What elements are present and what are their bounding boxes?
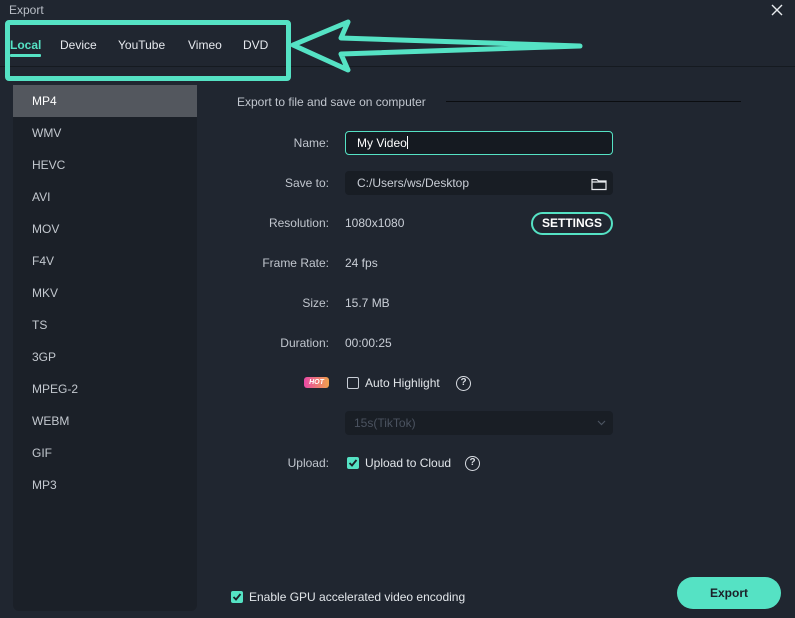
format-item-mp3[interactable]: MP3 <box>13 469 197 501</box>
format-item-mpeg2[interactable]: MPEG-2 <box>13 373 197 405</box>
settings-button[interactable]: SETTINGS <box>531 212 613 235</box>
upload-label: Upload: <box>287 456 329 470</box>
format-item-ts[interactable]: TS <box>13 309 197 341</box>
format-item-hevc[interactable]: HEVC <box>13 149 197 181</box>
format-item-mkv[interactable]: MKV <box>13 277 197 309</box>
frame-rate-value: 24 fps <box>345 256 378 270</box>
close-icon <box>771 4 783 16</box>
name-input[interactable]: My Video <box>345 131 613 155</box>
size-value: 15.7 MB <box>345 296 390 310</box>
frame-rate-label: Frame Rate: <box>262 256 329 270</box>
resolution-value: 1080x1080 <box>345 216 405 230</box>
upload-to-cloud-checkbox[interactable] <box>347 457 359 469</box>
upload-help-icon[interactable]: ? <box>465 456 480 471</box>
annotation-arrow-icon <box>290 19 583 73</box>
duration-label: Duration: <box>280 336 329 350</box>
tab-local[interactable]: Local <box>10 38 42 60</box>
duration-value: 00:00:25 <box>345 336 392 350</box>
tab-vimeo[interactable]: Vimeo <box>188 38 222 60</box>
folder-button[interactable] <box>591 176 607 198</box>
format-item-f4v[interactable]: F4V <box>13 245 197 277</box>
checkmark-icon <box>348 459 358 467</box>
save-path-value: C:/Users/ws/Desktop <box>357 176 470 190</box>
format-item-gif[interactable]: GIF <box>13 437 197 469</box>
section-divider <box>446 101 741 102</box>
tab-dvd[interactable]: DVD <box>243 38 268 60</box>
chevron-down-icon <box>597 420 606 426</box>
tab-device[interactable]: Device <box>60 38 97 60</box>
format-item-avi[interactable]: AVI <box>13 181 197 213</box>
resolution-label: Resolution: <box>268 216 329 230</box>
format-list: MP4 WMV HEVC AVI MOV F4V MKV TS 3GP MPEG… <box>13 85 197 611</box>
auto-highlight-checkbox[interactable] <box>347 377 359 389</box>
tab-youtube[interactable]: YouTube <box>118 38 165 60</box>
save-path-field[interactable]: C:/Users/ws/Desktop <box>345 171 613 195</box>
upload-to-cloud-label[interactable]: Upload to Cloud <box>365 456 451 470</box>
format-item-mov[interactable]: MOV <box>13 213 197 245</box>
section-title: Export to file and save on computer <box>237 95 426 109</box>
export-button[interactable]: Export <box>677 577 781 609</box>
size-label: Size: <box>302 296 329 310</box>
folder-icon <box>591 178 607 191</box>
tabbar-divider <box>0 66 795 67</box>
hot-badge: HOT <box>304 377 329 388</box>
gpu-encoding-label[interactable]: Enable GPU accelerated video encoding <box>249 590 465 604</box>
gpu-encoding-checkbox[interactable] <box>231 591 243 603</box>
name-value: My Video <box>357 136 407 150</box>
format-item-3gp[interactable]: 3GP <box>13 341 197 373</box>
save-to-label: Save to: <box>284 176 329 190</box>
checkmark-icon <box>232 593 242 601</box>
format-item-mp4[interactable]: MP4 <box>13 85 197 117</box>
auto-highlight-help-icon[interactable]: ? <box>456 376 471 391</box>
highlight-duration-select[interactable]: 15s(TikTok) <box>345 411 613 435</box>
highlight-duration-value: 15s(TikTok) <box>354 416 416 430</box>
window-title: Export <box>9 3 44 17</box>
format-item-wmv[interactable]: WMV <box>13 117 197 149</box>
name-label: Name: <box>293 136 329 150</box>
close-button[interactable] <box>768 2 786 20</box>
format-item-webm[interactable]: WEBM <box>13 405 197 437</box>
auto-highlight-label[interactable]: Auto Highlight <box>365 376 440 390</box>
text-caret <box>406 136 408 149</box>
